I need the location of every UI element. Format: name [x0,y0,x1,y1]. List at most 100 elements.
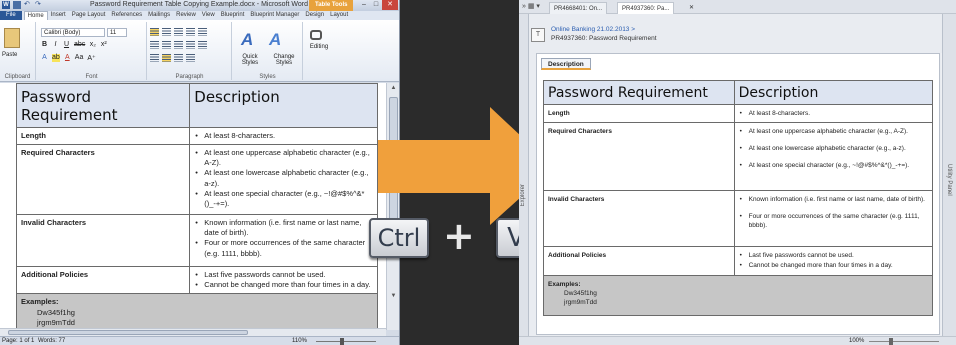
tab-pr4937360[interactable]: PR4937360: Pa... [617,2,675,14]
utility-panel[interactable]: Utility Panel [942,14,956,336]
save-icon[interactable] [13,1,21,9]
explorer-panel[interactable]: Explorer [519,14,529,336]
superscript-icon[interactable]: x² [100,41,107,48]
decrease-indent-icon[interactable] [186,28,195,36]
row-name: Additional Policies [543,246,735,277]
tab-blueprint-manager[interactable]: Blueprint Manager [247,11,302,20]
document-area[interactable]: Password Requirement Description Length … [0,83,386,336]
tab-mailings[interactable]: Mailings [145,11,173,20]
center-icon[interactable] [162,41,171,49]
table-row: Required Characters At least one upperca… [543,122,934,192]
zoom-slider-knob[interactable] [889,338,893,345]
scroll-down-icon[interactable]: ▼ [387,293,399,299]
justify-icon[interactable] [186,41,195,49]
font-group: Calibri (Body) 11 B I U abc x₂ x² A ab A… [37,22,147,80]
paragraph-group: Paragraph [148,22,232,80]
tab-file[interactable]: File [0,11,22,20]
zoom-level[interactable]: 110% [292,337,307,345]
redo-icon[interactable]: ↷ [35,1,43,9]
undo-icon[interactable]: ↶ [24,1,32,9]
shading-icon[interactable] [150,54,159,62]
italic-icon[interactable]: I [52,41,59,48]
row-item: Last five passwords cannot be used. [739,251,928,260]
tab-layout[interactable]: Layout [327,11,351,20]
close-tab-icon[interactable]: ✕ [685,2,698,14]
bold-icon[interactable]: B [41,41,48,48]
row-item: At least one special character (e.g., ~!… [739,161,928,170]
minimize-icon[interactable]: – [358,0,370,10]
table-tools-label: Table Tools [309,0,354,11]
row-item: Four or more occurrences of the same cha… [739,212,928,230]
font-name-select[interactable]: Calibri (Body) [41,28,105,37]
grow-font-icon[interactable]: A⁺ [87,54,95,62]
row-item: Cannot be changed more than four times i… [739,261,928,270]
tab-nav-icon[interactable]: » ▦ ▾ [522,2,540,10]
change-styles-button[interactable]: Change Styles [267,54,301,66]
zoom-slider[interactable] [869,341,939,342]
sort-icon[interactable] [174,54,183,62]
zoom-slider-knob[interactable] [340,338,344,345]
change-case-icon[interactable]: Aa [75,54,84,62]
show-marks-icon[interactable] [186,54,195,62]
tab-review[interactable]: Review [173,11,199,20]
tab-blueprint[interactable]: Blueprint [218,11,248,20]
underline-icon[interactable]: U [63,41,70,48]
tab-description[interactable]: Description [541,58,591,70]
font-size-select[interactable]: 11 [107,28,127,37]
row-item: Known information (i.e. first name or la… [194,218,373,238]
zoom-slider[interactable] [316,341,376,342]
quick-styles-button[interactable]: Quick Styles [235,54,265,66]
editing-button[interactable]: Editing [304,44,334,50]
binoculars-icon[interactable] [310,30,322,40]
polarion-password-table: Password Requirement Description Length … [543,80,934,317]
quick-styles-icon[interactable]: A [241,30,253,50]
multilevel-list-icon[interactable] [174,28,183,36]
clipboard-group: Paste Clipboard [0,22,36,80]
ribbon-tabs: File Home Insert Page Layout References … [0,10,399,21]
text-effects-icon[interactable]: A [41,54,48,62]
row-item: At least one uppercase alphabetic charac… [194,148,373,168]
borders-icon[interactable] [162,54,171,62]
horizontal-scrollbar[interactable] [0,328,386,336]
table-row: Length At least 8-characters. [15,126,378,146]
scroll-up-icon[interactable]: ▲ [387,85,399,91]
word-count[interactable]: Words: 77 [38,337,65,345]
zoom-level[interactable]: 100% [849,337,864,345]
subscript-icon[interactable]: x₂ [89,41,96,48]
page-count[interactable]: Page: 1 of 1 [2,337,34,345]
increase-indent-icon[interactable] [198,28,207,36]
font-color-icon[interactable]: A [64,54,71,62]
examples-row: Examples: Dw345f1hg jrgm9mTdd [16,293,378,332]
word-app-icon[interactable]: W [2,1,10,9]
bullets-icon[interactable] [150,28,159,36]
editing-group: Editing [304,22,334,80]
paste-button[interactable]: Paste [2,52,17,58]
breadcrumb-link[interactable]: Online Banking 21.02.2013 > [551,26,635,33]
paste-icon[interactable] [4,28,20,48]
list-buttons [150,28,207,36]
font-format-row: B I U abc x₂ x² [41,41,107,48]
tab-pr4668401[interactable]: PR4668401: On... [549,2,608,14]
clipboard-label: Clipboard [4,74,31,80]
tab-references[interactable]: References [108,11,145,20]
strikethrough-icon[interactable]: abc [74,41,85,48]
tab-page-layout[interactable]: Page Layout [69,11,109,20]
row-item: At least one special character (e.g., ~!… [194,189,373,209]
tab-insert[interactable]: Insert [48,11,69,20]
tab-design[interactable]: Design [302,11,327,20]
close-icon[interactable]: ✕ [382,0,398,10]
styles-label: Styles [259,74,276,80]
maximize-icon[interactable]: □ [370,0,382,10]
utility-panel-label: Utility Panel [946,164,952,196]
numbering-icon[interactable] [162,28,171,36]
align-left-icon[interactable] [150,41,159,49]
table-row: Invalid Characters Known information (i.… [543,190,934,248]
hscroll-thumb[interactable] [8,330,248,335]
align-right-icon[interactable] [174,41,183,49]
word-statusbar: Page: 1 of 1 Words: 77 110% [0,336,399,345]
highlight-icon[interactable]: ab [52,54,60,62]
tab-view[interactable]: View [199,11,218,20]
line-spacing-icon[interactable] [198,41,207,49]
change-styles-icon[interactable]: A [269,30,281,50]
tab-home[interactable]: Home [23,10,48,21]
